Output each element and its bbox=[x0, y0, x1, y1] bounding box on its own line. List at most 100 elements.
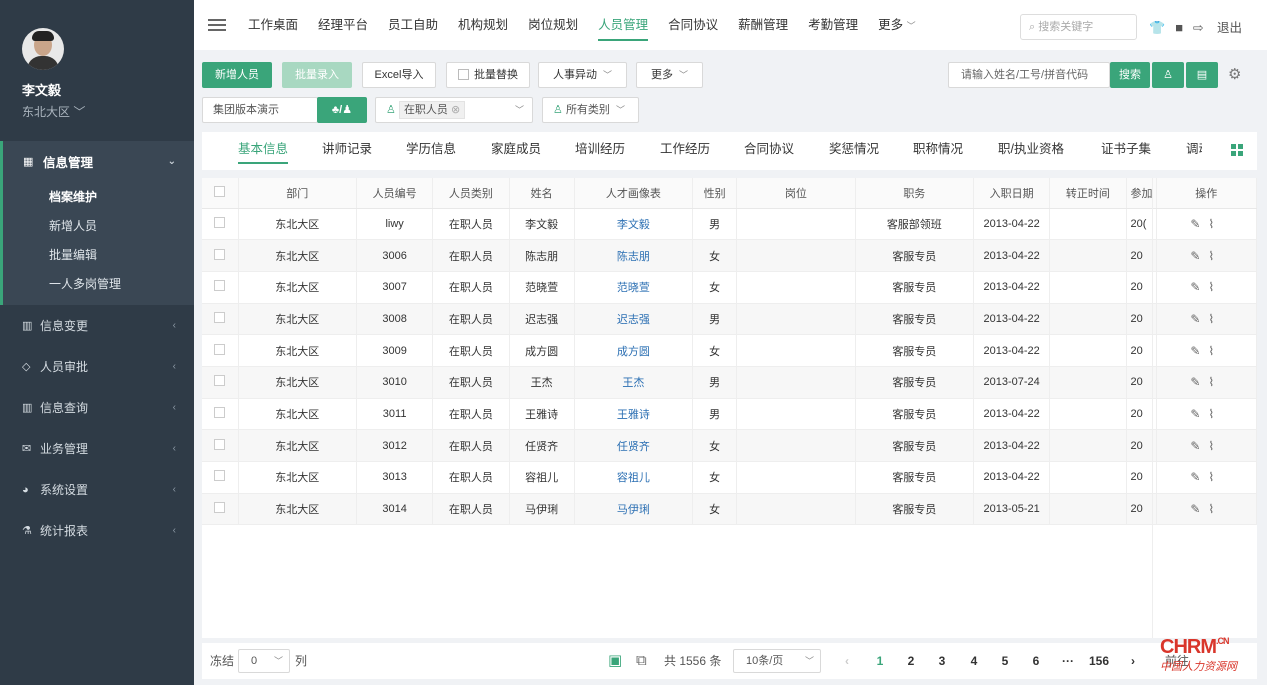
attachment-icon[interactable]: ⌇ bbox=[1208, 470, 1222, 484]
page-6[interactable]: 6 bbox=[1026, 643, 1046, 679]
page-last[interactable]: 156 bbox=[1086, 643, 1112, 679]
person-search-input[interactable]: 请输入姓名/工号/拼音代码 bbox=[948, 62, 1110, 88]
tab-more[interactable]: 更多 ﹀ bbox=[878, 0, 916, 50]
tab-training[interactable]: 培训经历 bbox=[575, 132, 625, 170]
status-multiselect[interactable]: ♙ 在职人员 ⊗ ﹀ bbox=[375, 97, 533, 123]
page-4[interactable]: 4 bbox=[964, 643, 984, 679]
batch-replace-button[interactable]: 批量替换 bbox=[446, 62, 530, 88]
page-5[interactable]: 5 bbox=[995, 643, 1015, 679]
add-person-button[interactable]: 新增人员 bbox=[202, 62, 272, 88]
col-header[interactable]: 人员类别 bbox=[432, 178, 510, 209]
excel-export-icon[interactable]: ▣ bbox=[608, 643, 622, 679]
tab-lecturer[interactable]: 讲师记录 bbox=[322, 132, 372, 170]
tab-post-planning[interactable]: 岗位规划 bbox=[528, 0, 578, 50]
profile-link[interactable]: 容祖儿 bbox=[617, 472, 650, 484]
col-header[interactable]: 人员编号 bbox=[356, 178, 434, 209]
profile-link[interactable]: 成方圆 bbox=[617, 346, 650, 358]
table-cell[interactable]: 容祖儿 bbox=[574, 461, 694, 494]
tab-certificates[interactable]: 证书子集 bbox=[1101, 132, 1151, 170]
table-row[interactable]: 东北大区 3007 在职人员 范晓萱 范晓萱女客服专员 2013-04-22 20 ✎⌇ bbox=[202, 271, 1257, 304]
more-dropdown[interactable]: 更多 ﹀ bbox=[636, 62, 703, 88]
table-row[interactable]: 东北大区 3014 在职人员 马伊琍 马伊琍女客服专员 2013-05-21 20 ✎⌇ bbox=[202, 493, 1257, 526]
attachment-icon[interactable]: ⌇ bbox=[1208, 312, 1222, 326]
table-cell[interactable]: 任贤齐 bbox=[574, 429, 694, 462]
sidebar-item-approval[interactable]: ◇ 人员审批 ‹ bbox=[0, 346, 194, 387]
tab-qualification[interactable]: 职/执业资格 bbox=[998, 132, 1064, 170]
org-tree-button[interactable]: ♣/♟ bbox=[317, 97, 367, 123]
col-header[interactable]: 职务 bbox=[855, 178, 975, 209]
col-header[interactable]: 岗位 bbox=[736, 178, 856, 209]
edit-icon[interactable]: ✎ bbox=[1190, 375, 1208, 389]
tab-manager[interactable]: 经理平台 bbox=[318, 0, 368, 50]
tab-work-history[interactable]: 工作经历 bbox=[660, 132, 710, 170]
page-ellipsis[interactable]: ··· bbox=[1058, 643, 1078, 679]
grid-view-icon[interactable] bbox=[1231, 144, 1243, 156]
row-checkbox[interactable] bbox=[202, 208, 239, 241]
row-checkbox[interactable] bbox=[202, 398, 239, 431]
tab-personnel[interactable]: 人员管理 bbox=[598, 0, 649, 50]
table-cell[interactable]: 范晓萱 bbox=[574, 271, 694, 304]
attachment-icon[interactable]: ⌇ bbox=[1208, 344, 1222, 358]
personnel-change-dropdown[interactable]: 人事异动 ﹀ bbox=[538, 62, 627, 88]
copy-icon[interactable]: ⧉ bbox=[636, 643, 647, 679]
row-checkbox[interactable] bbox=[202, 271, 239, 304]
table-cell[interactable]: 李文毅 bbox=[574, 208, 694, 241]
row-checkbox[interactable] bbox=[202, 303, 239, 336]
sidebar-item-settings[interactable]: ◕ 系统设置 ‹ bbox=[0, 469, 194, 510]
table-row[interactable]: 东北大区 3011 在职人员 王雅诗 王雅诗男客服专员 2013-04-22 20 ✎⌇ bbox=[202, 398, 1257, 431]
table-row[interactable]: 东北大区 3006 在职人员 陈志朋 陈志朋女客服专员 2013-04-22 20 ✎⌇ bbox=[202, 239, 1257, 272]
table-row[interactable]: 东北大区 3010 在职人员 王杰 王杰男客服专员 2013-07-24 20 ✎⌇ bbox=[202, 366, 1257, 399]
table-cell[interactable]: 马伊琍 bbox=[574, 493, 694, 526]
page-1[interactable]: 1 bbox=[870, 643, 890, 679]
next-page-icon[interactable]: › bbox=[1123, 643, 1143, 679]
tab-workbench[interactable]: 工作桌面 bbox=[248, 0, 298, 50]
table-cell[interactable]: 王雅诗 bbox=[574, 398, 694, 431]
sidebar-item-batch-edit[interactable]: 批量编辑 bbox=[3, 241, 194, 270]
col-header[interactable]: 入职日期 bbox=[973, 178, 1051, 209]
profile-link[interactable]: 李文毅 bbox=[617, 219, 650, 231]
profile-link[interactable]: 马伊琍 bbox=[617, 504, 650, 516]
attachment-icon[interactable]: ⌇ bbox=[1208, 407, 1222, 421]
edit-icon[interactable]: ✎ bbox=[1190, 407, 1208, 421]
tab-title[interactable]: 职称情况 bbox=[913, 132, 963, 170]
row-checkbox[interactable] bbox=[202, 366, 239, 399]
table-cell[interactable]: 迟志强 bbox=[574, 303, 694, 336]
edit-icon[interactable]: ✎ bbox=[1190, 344, 1208, 358]
status-tag[interactable]: 在职人员 ⊗ bbox=[398, 101, 466, 119]
tab-org-planning[interactable]: 机构规划 bbox=[458, 0, 508, 50]
table-cell[interactable]: 成方圆 bbox=[574, 334, 694, 367]
col-header[interactable]: 部门 bbox=[238, 178, 358, 209]
close-icon[interactable]: ⊗ bbox=[451, 104, 460, 116]
search-button[interactable]: 搜索 bbox=[1110, 62, 1150, 88]
profile-link[interactable]: 王杰 bbox=[622, 377, 644, 389]
prev-page-icon[interactable]: ‹ bbox=[837, 643, 857, 679]
tab-rewards[interactable]: 奖惩情况 bbox=[829, 132, 879, 170]
shirt-icon[interactable]: 👕 bbox=[1149, 20, 1165, 35]
attachment-icon[interactable]: ⌇ bbox=[1208, 439, 1222, 453]
batch-entry-button[interactable]: 批量录入 bbox=[282, 62, 352, 88]
sidebar-item-multi-post[interactable]: 一人多岗管理 bbox=[3, 270, 194, 299]
col-header[interactable]: 转正时间 bbox=[1049, 178, 1127, 209]
select-all-checkbox[interactable] bbox=[202, 178, 239, 209]
edit-icon[interactable]: ✎ bbox=[1190, 312, 1208, 326]
user-region[interactable]: 东北大区 ﹀ bbox=[22, 103, 194, 120]
row-checkbox[interactable] bbox=[202, 429, 239, 462]
profile-link[interactable]: 陈志朋 bbox=[617, 251, 650, 263]
tab-transfer[interactable]: 调动 bbox=[1186, 132, 1202, 170]
table-cell[interactable]: 王杰 bbox=[574, 366, 694, 399]
sidebar-item-info-change[interactable]: ▥ 信息变更 ‹ bbox=[0, 305, 194, 346]
sidebar-item-business[interactable]: ✉ 业务管理 ‹ bbox=[0, 428, 194, 469]
sidebar-item-query[interactable]: ▥ 信息查询 ‹ bbox=[0, 387, 194, 428]
tab-basic-info[interactable]: 基本信息 bbox=[238, 132, 289, 170]
attachment-icon[interactable]: ⌇ bbox=[1208, 249, 1222, 263]
edit-icon[interactable]: ✎ bbox=[1190, 439, 1208, 453]
row-checkbox[interactable] bbox=[202, 493, 239, 526]
advanced-search-icon[interactable]: ▤ bbox=[1186, 62, 1218, 88]
table-cell[interactable]: 陈志朋 bbox=[574, 239, 694, 272]
attachment-icon[interactable]: ⌇ bbox=[1208, 217, 1222, 231]
table-row[interactable]: 东北大区 3009 在职人员 成方圆 成方圆女客服专员 2013-04-22 20 ✎⌇ bbox=[202, 334, 1257, 367]
sidebar-group-head[interactable]: ▦ 信息管理 ⌄ bbox=[3, 141, 194, 181]
row-checkbox[interactable] bbox=[202, 334, 239, 367]
tab-self-service[interactable]: 员工自助 bbox=[388, 0, 438, 50]
attachment-icon[interactable]: ⌇ bbox=[1208, 375, 1222, 389]
